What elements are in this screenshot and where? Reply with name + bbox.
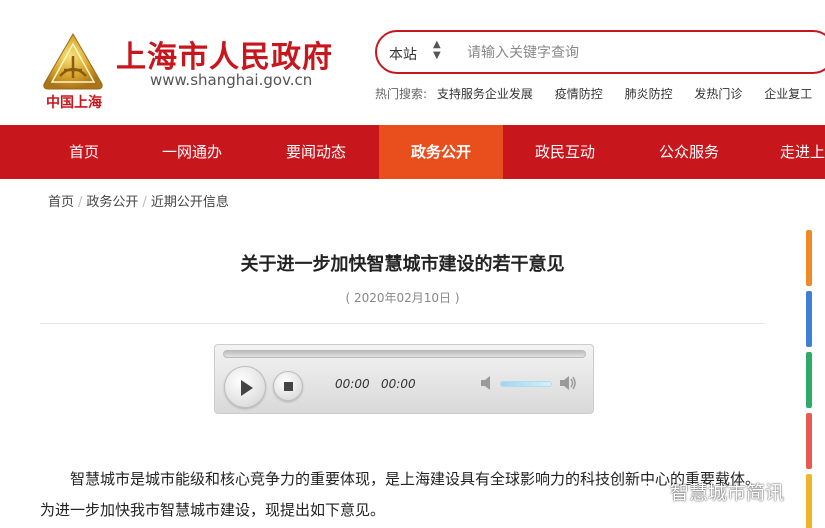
breadcrumb-item[interactable]: 首页	[48, 195, 74, 210]
nav-item-one-net[interactable]: 一网通办	[132, 125, 252, 179]
logo-subtext: 中国上海	[46, 95, 102, 111]
hot-search-row: 热门搜索: 支持服务企业发展 疫情防控 肺炎防控 发热门诊 企业复工	[375, 85, 825, 102]
audio-progress-bar[interactable]	[223, 350, 586, 358]
updown-arrows-icon[interactable]: ▲ ▼	[433, 39, 441, 61]
side-tool-bar[interactable]	[806, 413, 812, 469]
side-tool-bar[interactable]	[806, 474, 812, 528]
site-url: www.shanghai.gov.cn	[150, 71, 313, 89]
breadcrumb-separator: /	[78, 195, 83, 210]
nav-item-about[interactable]: 走进上	[760, 125, 825, 179]
stop-icon	[284, 382, 293, 391]
play-button[interactable]	[224, 366, 266, 408]
side-tool-bar[interactable]	[806, 291, 812, 347]
side-tool-bar[interactable]	[806, 230, 812, 286]
hot-search-label: 热门搜索:	[375, 87, 428, 101]
breadcrumb: 首页 / 政务公开 / 近期公开信息	[48, 191, 229, 210]
nav-item-public-service[interactable]: 公众服务	[627, 125, 751, 179]
divider	[40, 323, 765, 324]
hot-search-item[interactable]: 企业复工	[764, 87, 812, 101]
duration-time: 00:00	[381, 377, 416, 391]
watermark: 智慧城市简讯	[640, 478, 784, 505]
site-title[interactable]: 上海市人民政府	[116, 32, 333, 76]
hot-search-item[interactable]: 疫情防控	[555, 87, 603, 101]
article-title: 关于进一步加快智慧城市建设的若干意见	[240, 254, 565, 275]
nav-item-home[interactable]: 首页	[24, 125, 144, 179]
wechat-icon	[640, 481, 666, 501]
article-date: ( 2020年02月10日 )	[345, 291, 460, 305]
current-time: 00:00	[335, 377, 370, 391]
main-nav: 首页 一网通办 要闻动态 政务公开 政民互动 公众服务 走进上	[0, 125, 825, 179]
hot-search-item[interactable]: 发热门诊	[694, 87, 742, 101]
audio-player: 00:00 00:00	[214, 344, 594, 414]
search-box: 本站 ▲ ▼	[375, 30, 825, 74]
nav-item-gov-open[interactable]: 政务公开	[379, 125, 503, 179]
hot-search-item[interactable]: 肺炎防控	[625, 87, 673, 101]
breadcrumb-item[interactable]: 政务公开	[86, 195, 138, 210]
stop-button[interactable]	[273, 371, 303, 401]
watermark-text: 智慧城市简讯	[670, 482, 785, 504]
nav-item-news[interactable]: 要闻动态	[256, 125, 376, 179]
side-tool-bar[interactable]	[806, 352, 812, 408]
mute-speaker-icon[interactable]	[479, 375, 497, 391]
volume-slider[interactable]	[500, 381, 552, 387]
nav-item-interaction[interactable]: 政民互动	[503, 125, 627, 179]
breadcrumb-separator: /	[142, 195, 147, 210]
site-header: 中国上海 上海市人民政府 www.shanghai.gov.cn 本站 ▲▼ 热…	[0, 0, 825, 125]
hot-search-item[interactable]: 支持服务企业发展	[437, 87, 533, 101]
shanghai-emblem-icon[interactable]	[40, 32, 106, 92]
speaker-icon[interactable]	[559, 375, 577, 391]
search-scope-select[interactable]: 本站	[389, 44, 417, 64]
breadcrumb-item[interactable]: 近期公开信息	[151, 195, 229, 210]
play-icon	[241, 380, 253, 396]
search-input[interactable]	[467, 40, 807, 66]
